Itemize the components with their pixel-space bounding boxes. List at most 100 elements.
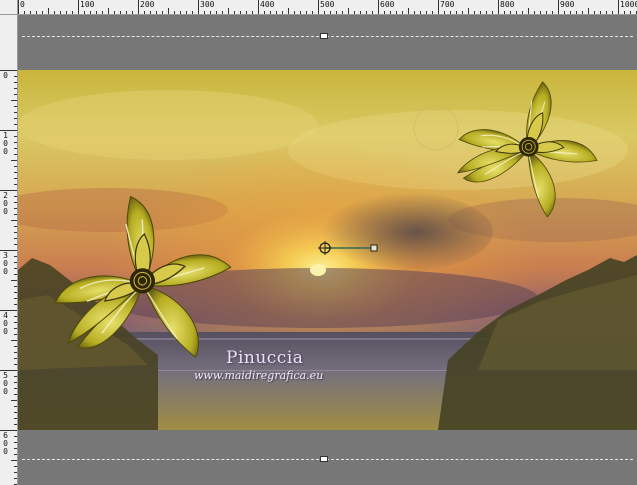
ruler-tick	[14, 376, 17, 377]
ruler-tick	[390, 11, 391, 14]
ruler-tick	[14, 238, 17, 239]
ruler-tick	[14, 262, 17, 263]
ruler-tick	[222, 11, 223, 14]
ruler-label: 0	[3, 71, 8, 80]
ruler-label: 800	[500, 0, 515, 9]
ruler-label: 300	[3, 251, 8, 276]
ruler-tick	[510, 11, 511, 14]
ruler-tick	[312, 11, 313, 14]
ruler-tick	[11, 220, 17, 221]
ruler-tick	[468, 8, 469, 14]
ruler-vertical[interactable]: 0 100 200 300 400 500 600	[0, 15, 18, 485]
ruler-label: 400	[260, 0, 275, 9]
ruler-tick	[102, 11, 103, 14]
ruler-tick	[14, 112, 17, 113]
ruler-tick	[258, 0, 259, 14]
ruler-label: 500	[320, 0, 335, 9]
ruler-tick	[168, 8, 169, 14]
ruler-tick	[114, 11, 115, 14]
ruler-tick	[210, 11, 211, 14]
guide-handle-icon[interactable]	[320, 33, 328, 39]
ruler-tick	[14, 88, 17, 89]
ruler-tick	[14, 442, 17, 443]
ruler-tick	[618, 0, 619, 14]
ruler-tick	[216, 11, 217, 14]
ruler-tick	[354, 11, 355, 14]
ruler-label: 0	[20, 0, 25, 9]
ruler-tick	[138, 0, 139, 14]
ruler-label: 200	[140, 0, 155, 9]
ruler-tick	[14, 214, 17, 215]
ruler-tick	[234, 11, 235, 14]
ruler-tick	[408, 8, 409, 14]
ruler-tick	[14, 316, 17, 317]
ruler-tick	[14, 118, 17, 119]
ruler-tick	[24, 11, 25, 14]
ruler-tick	[378, 0, 379, 14]
ruler-tick	[14, 172, 17, 173]
ruler-tick	[276, 11, 277, 14]
ruler-tick	[96, 11, 97, 14]
ruler-tick	[14, 424, 17, 425]
canvas-workspace[interactable]: Pinuccia www.maidiregrafica.eu	[18, 15, 637, 485]
ruler-tick	[456, 11, 457, 14]
canvas-image[interactable]: Pinuccia www.maidiregrafica.eu	[18, 70, 637, 430]
ruler-tick	[162, 11, 163, 14]
ruler-label: 600	[3, 431, 8, 456]
ruler-tick	[14, 406, 17, 407]
ruler-tick	[426, 11, 427, 14]
ruler-tick	[14, 76, 17, 77]
ruler-tick	[564, 11, 565, 14]
ruler-tick	[294, 11, 295, 14]
ruler-tick	[11, 400, 17, 401]
ruler-tick	[282, 11, 283, 14]
ruler-tick	[546, 11, 547, 14]
ruler-tick	[14, 142, 17, 143]
ruler-tick	[14, 244, 17, 245]
ruler-tick	[14, 274, 17, 275]
ruler-tick	[14, 388, 17, 389]
ruler-tick	[14, 298, 17, 299]
ruler-tick	[14, 178, 17, 179]
ruler-tick	[84, 11, 85, 14]
ruler-tick	[582, 11, 583, 14]
workspace-margin-top	[18, 15, 637, 70]
ruler-tick	[324, 11, 325, 14]
ruler-tick	[66, 11, 67, 14]
ruler-tick	[14, 166, 17, 167]
ruler-tick	[462, 11, 463, 14]
ruler-tick	[474, 11, 475, 14]
guide-handle-icon[interactable]	[320, 456, 328, 462]
ruler-horizontal[interactable]: 0 100 200 300 400 500 600 700 800 900 1000	[18, 0, 637, 15]
ruler-tick	[14, 232, 17, 233]
ruler-tick	[14, 334, 17, 335]
ruler-tick	[54, 11, 55, 14]
ruler-tick	[14, 358, 17, 359]
ruler-tick	[552, 11, 553, 14]
ruler-tick	[11, 460, 17, 461]
ruler-label: 100	[3, 131, 8, 156]
ruler-tick	[72, 11, 73, 14]
ruler-tick	[11, 100, 17, 101]
ruler-tick	[504, 11, 505, 14]
ruler-tick	[14, 418, 17, 419]
ruler-tick	[11, 160, 17, 161]
ruler-tick	[228, 8, 229, 14]
ruler-label: 100	[80, 0, 95, 9]
ruler-tick	[570, 11, 571, 14]
ruler-tick	[14, 226, 17, 227]
ruler-tick	[522, 11, 523, 14]
ruler-tick	[30, 11, 31, 14]
ruler-tick	[480, 11, 481, 14]
ruler-tick	[11, 340, 17, 341]
ruler-tick	[14, 196, 17, 197]
ruler-tick	[270, 11, 271, 14]
ruler-corner	[0, 0, 18, 15]
ruler-tick	[288, 8, 289, 14]
ruler-label: 400	[3, 311, 8, 336]
ruler-tick	[14, 478, 17, 479]
ruler-tick	[14, 448, 17, 449]
ruler-tick	[594, 11, 595, 14]
ruler-tick	[18, 0, 19, 14]
ruler-tick	[14, 454, 17, 455]
